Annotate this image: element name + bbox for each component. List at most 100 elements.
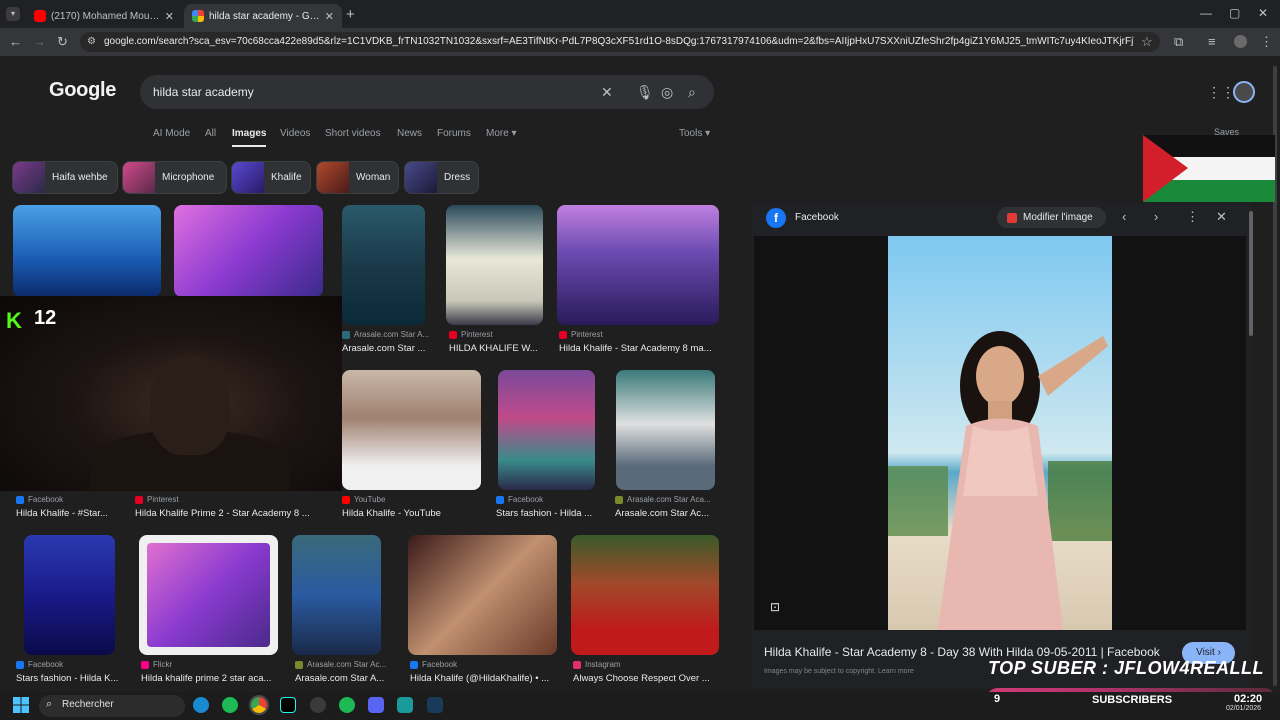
tab-videos[interactable]: Videos	[280, 128, 310, 139]
result-caption[interactable]: Arasale.com Star ...	[342, 343, 432, 354]
subscriber-count: 9	[994, 693, 1001, 705]
tab-google-search[interactable]: hilda star academy - Google Se... ✕	[184, 4, 342, 28]
result-image[interactable]	[446, 205, 543, 325]
close-icon[interactable]: ✕	[325, 10, 334, 23]
tiktok-icon[interactable]	[280, 697, 296, 713]
maximize-icon[interactable]: ▢	[1229, 6, 1240, 20]
preview-image[interactable]	[888, 236, 1112, 630]
result-caption[interactable]: Hilda khalife prime 2 star aca...	[141, 673, 281, 684]
tab-more[interactable]: More ▾	[486, 128, 517, 139]
edit-image-button[interactable]: Modifier l'image	[997, 207, 1106, 228]
result-caption[interactable]: Hilda Khalife - #Star...	[16, 508, 128, 519]
account-avatar[interactable]	[1233, 81, 1255, 103]
new-tab-button[interactable]: +	[346, 6, 355, 23]
chip-microphone[interactable]: Microphone	[122, 161, 227, 194]
chip-thumbnail	[232, 162, 264, 193]
chip-haifa-wehbe[interactable]: Haifa wehbe	[12, 161, 118, 194]
result-image[interactable]	[557, 205, 719, 325]
window-close-icon[interactable]: ✕	[1258, 6, 1268, 20]
result-caption[interactable]: Hilda Khalife (@HildaKhalife) • ...	[410, 673, 560, 684]
preview-image-art	[888, 236, 1112, 630]
result-image[interactable]	[292, 535, 381, 655]
result-image[interactable]	[408, 535, 557, 655]
preview-site-name[interactable]: Facebook	[795, 212, 839, 223]
result-image[interactable]	[139, 535, 278, 655]
chip-woman[interactable]: Woman	[316, 161, 399, 194]
result-caption[interactable]: Hilda Khalife - YouTube	[342, 508, 482, 519]
result-caption[interactable]: Arasale.com Star A...	[295, 673, 395, 684]
site-info-icon[interactable]: ⚙	[87, 36, 96, 47]
edge-icon[interactable]	[193, 697, 209, 713]
chip-thumbnail	[317, 162, 349, 193]
lens-search-icon[interactable]: ⊡	[770, 600, 780, 614]
tab-youtube[interactable]: (2170) Mohamed Mounir - So Y... ✕	[26, 4, 182, 28]
result-source: Facebook	[496, 495, 596, 504]
result-image[interactable]	[498, 370, 595, 490]
more-options-icon[interactable]: ⋮	[1186, 209, 1199, 225]
result-caption[interactable]: Arasale.com Star Ac...	[615, 508, 715, 519]
tab-ai-mode[interactable]: AI Mode	[153, 128, 190, 139]
chrome-icon[interactable]	[249, 695, 269, 715]
tab-news[interactable]: News	[397, 128, 422, 139]
search-icon[interactable]: ⌕	[688, 84, 696, 101]
result-image[interactable]	[24, 535, 115, 655]
result-source: Facebook	[16, 495, 126, 504]
result-image[interactable]	[342, 370, 481, 490]
forward-icon[interactable]: →	[33, 34, 46, 49]
obs-icon[interactable]	[310, 697, 326, 713]
next-icon[interactable]: ›	[1154, 209, 1158, 224]
youtube-icon	[342, 495, 350, 504]
microphone-icon[interactable]: 🎙	[636, 84, 654, 101]
close-panel-icon[interactable]: ✕	[1216, 209, 1227, 225]
bookmark-star-icon[interactable]: ☆	[1141, 34, 1153, 50]
chip-dress[interactable]: Dress	[404, 161, 479, 194]
tab-all[interactable]: All	[205, 128, 216, 139]
clear-icon[interactable]: ✕	[601, 84, 613, 101]
tab-short-videos[interactable]: Short videos	[325, 128, 381, 139]
result-image[interactable]	[174, 205, 323, 297]
clock-time: 02:20	[1234, 693, 1263, 705]
tools-button[interactable]: Tools ▾	[679, 128, 710, 139]
result-caption[interactable]: Hilda Khalife - Star Academy 8 ma...	[559, 343, 719, 354]
google-logo[interactable]: Google	[49, 79, 116, 102]
chip-thumbnail	[123, 162, 155, 193]
result-image[interactable]	[571, 535, 719, 655]
app-icon[interactable]	[397, 697, 413, 713]
tab-images[interactable]: Images	[232, 128, 266, 139]
result-caption[interactable]: Stars fashion - Hilda K...	[16, 673, 126, 684]
lens-icon[interactable]: ◎	[661, 84, 673, 101]
steam-icon[interactable]	[427, 697, 443, 713]
result-source: YouTube	[342, 495, 482, 504]
reload-icon[interactable]: ↻	[57, 34, 68, 50]
subscriber-label: SUBSCRIBERS	[1092, 694, 1173, 706]
result-caption[interactable]: Always Choose Respect Over ...	[573, 673, 718, 684]
result-source: Facebook	[410, 660, 560, 669]
result-image[interactable]	[616, 370, 715, 490]
minimize-icon[interactable]: —	[1200, 6, 1212, 20]
result-caption[interactable]: Hilda Khalife Prime 2 - Star Academy 8 .…	[135, 508, 317, 519]
source-favicon-icon	[615, 495, 623, 504]
chip-khalife[interactable]: Khalife	[231, 161, 311, 194]
previous-icon[interactable]: ‹	[1122, 209, 1126, 224]
extensions-icon[interactable]: ⧉	[1174, 34, 1183, 50]
back-icon[interactable]: ←	[9, 34, 22, 49]
media-icon[interactable]: ≡	[1208, 34, 1216, 49]
browser-menu-icon[interactable]: ⋮	[1260, 34, 1273, 50]
discord-icon[interactable]	[368, 697, 384, 713]
spotify-icon[interactable]	[222, 697, 238, 713]
tab-forums[interactable]: Forums	[437, 128, 471, 139]
tab-search-button[interactable]: ▾	[6, 7, 20, 21]
profile-avatar[interactable]	[1234, 35, 1247, 48]
preview-title[interactable]: Hilda Khalife - Star Academy 8 - Day 38 …	[764, 645, 1160, 659]
result-image[interactable]	[342, 205, 425, 325]
result-caption[interactable]: HILDA KHALIFE W...	[449, 343, 544, 354]
search-input[interactable]: hilda star academy	[153, 85, 254, 99]
result-image[interactable]	[13, 205, 161, 297]
spotify-icon[interactable]	[339, 697, 355, 713]
chip-thumbnail	[13, 162, 45, 193]
close-icon[interactable]: ✕	[165, 10, 174, 23]
google-favicon-icon	[192, 10, 204, 22]
panel-scrollbar[interactable]	[1249, 211, 1253, 336]
result-caption[interactable]: Stars fashion - Hilda ...	[496, 508, 596, 519]
windows-start-icon[interactable]	[13, 697, 29, 713]
